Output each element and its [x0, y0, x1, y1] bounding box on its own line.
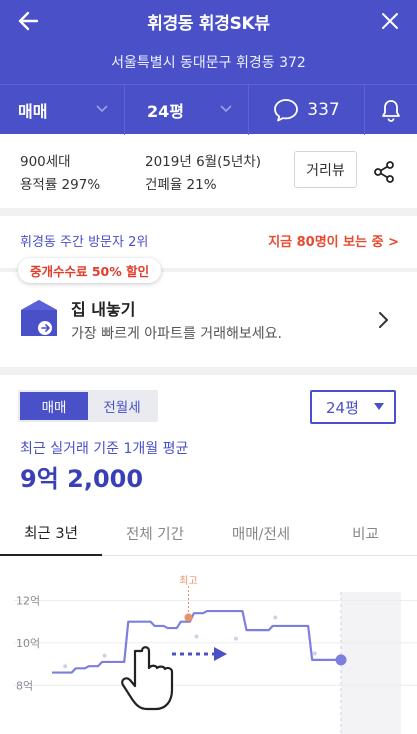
share-icon[interactable]: [372, 160, 396, 184]
chart-scatter: [63, 615, 317, 669]
size-select-value: 24평: [326, 398, 359, 417]
chevron-right-icon[interactable]: [377, 311, 389, 329]
caret-down-icon: [374, 403, 384, 410]
scatter-point: [312, 651, 317, 656]
size-label: 24평: [147, 102, 184, 121]
trade-tabs: 매매 전월세: [18, 390, 158, 422]
chevron-down-icon: [220, 105, 232, 113]
y-tick-label: 12억: [16, 594, 40, 607]
tab-recent-3-years[interactable]: 최근 3년: [0, 510, 102, 556]
average-price: 9억 2,000: [20, 465, 144, 493]
size-dropdown[interactable]: 24평: [124, 85, 248, 135]
tab-all-period[interactable]: 전체 기간: [102, 510, 208, 556]
period-tabs: 최근 3년 전체 기간 매매/전세 비교: [0, 510, 417, 556]
tab-sale-jeonse[interactable]: 매매/전세: [208, 510, 314, 556]
trade-type-label: 매매: [18, 102, 48, 121]
close-icon[interactable]: [375, 6, 405, 36]
section-divider: [0, 367, 417, 375]
future-area: [341, 592, 401, 734]
complex-info: 900세대 용적률 297% 2019년 6월(5년차) 건폐율 21% 거리뷰: [0, 134, 417, 208]
scatter-point: [273, 615, 278, 620]
hand-pointer-icon: [121, 646, 174, 711]
chart-y-ticks: 12억 10억 8억: [16, 594, 40, 692]
commission-discount-badge: 중개수수료 50% 할인: [18, 258, 162, 283]
floor-area-ratio: 용적률 297%: [20, 177, 101, 193]
y-tick-label: 10억: [16, 637, 40, 650]
address-text: 서울특별시 동대문구 휘경동 372: [111, 55, 306, 71]
viewing-now-link[interactable]: 지금 80명이 보는 중 >: [268, 231, 399, 250]
section-divider: [0, 208, 417, 216]
trade-type-dropdown[interactable]: 매매: [0, 85, 124, 135]
built-date: 2019년 6월(5년차): [145, 154, 262, 170]
peak-label: 최고: [179, 575, 197, 587]
info-column-left: 900세대 용적률 297%: [20, 151, 100, 197]
household-count: 900세대: [20, 154, 71, 170]
chart-markers: 최고: [179, 575, 347, 666]
comment-count: 337: [307, 100, 340, 120]
scatter-point: [102, 653, 107, 658]
tab-sale[interactable]: 매매: [20, 392, 88, 420]
info-column-right: 2019년 6월(5년차) 건폐율 21%: [145, 151, 261, 197]
price-series-line: [52, 609, 341, 674]
scatter-point: [63, 664, 68, 669]
page-title: 휘경동 휘경SK뷰: [147, 14, 270, 34]
visitor-rank: 휘경동 주간 방문자 2위: [20, 235, 149, 250]
swipe-hint: [121, 646, 227, 711]
chevron-down-icon: [96, 105, 108, 113]
speech-bubble-icon: [274, 99, 299, 122]
current-price-marker: [335, 654, 347, 666]
peak-marker: [184, 613, 193, 622]
scatter-point: [233, 636, 238, 641]
sell-title[interactable]: 집 내놓기: [71, 296, 135, 320]
price-chart[interactable]: 12억 10억 8억 최고: [0, 556, 417, 734]
size-select[interactable]: 24평: [310, 390, 396, 424]
scatter-point: [194, 634, 199, 639]
tab-compare[interactable]: 비교: [314, 510, 417, 556]
tab-rent[interactable]: 전월세: [88, 392, 156, 420]
house-sell-icon: [21, 300, 57, 336]
notification-button[interactable]: [364, 85, 417, 135]
sell-subtitle: 가장 빠르게 아파트를 거래해보세요.: [71, 326, 282, 342]
bell-icon: [382, 100, 400, 122]
street-view-button[interactable]: 거리뷰: [294, 151, 357, 188]
y-tick-label: 8억: [16, 679, 33, 692]
filter-bar: 매매 24평 337: [0, 84, 417, 135]
building-coverage: 건폐율 21%: [145, 177, 217, 193]
comments-button[interactable]: 337: [248, 85, 364, 135]
swipe-arrowhead-icon: [214, 647, 227, 661]
price-caption: 최근 실거래 기준 1개월 평균: [20, 441, 189, 457]
app-header: 휘경동 휘경SK뷰 서울특별시 동대문구 휘경동 372: [0, 0, 417, 84]
